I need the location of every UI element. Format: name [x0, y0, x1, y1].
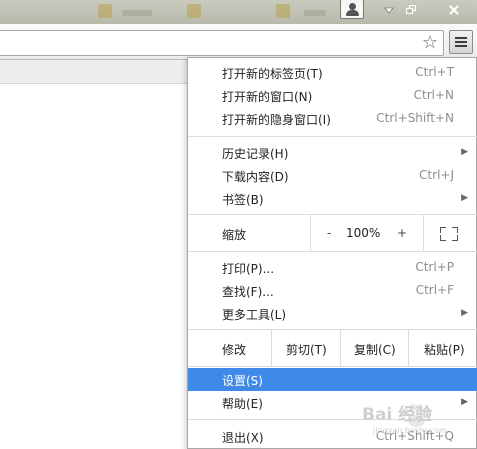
- menu-item-shortcut: Ctrl+N: [413, 88, 454, 102]
- menu-item-new-window[interactable]: 打开新的窗口(N) Ctrl+N: [188, 84, 477, 107]
- restore-icon: [405, 5, 416, 15]
- chevron-right-icon: ▶: [461, 308, 468, 318]
- menu-item-downloads[interactable]: 下载内容(D) Ctrl+J: [188, 164, 477, 187]
- menu-item-label: 打印(P)...: [222, 262, 275, 276]
- menu-item-shortcut: Ctrl+T: [415, 65, 454, 79]
- restore-button[interactable]: [398, 0, 424, 20]
- zoom-label: 缩放: [222, 228, 247, 242]
- watermark-url: jingyan.baidu.com: [373, 426, 447, 435]
- chrome-dropdown-menu: 打开新的标签页(T) Ctrl+T 打开新的窗口(N) Ctrl+N 打开新的隐…: [187, 57, 477, 449]
- menu-item-shortcut: Ctrl+Shift+N: [376, 111, 454, 125]
- menu-divider: [340, 330, 341, 366]
- menu-item-print[interactable]: 打印(P)... Ctrl+P: [188, 256, 477, 279]
- menu-item-label: 历史记录(H): [222, 147, 289, 161]
- zoom-in-button[interactable]: +: [395, 226, 409, 240]
- menu-item-settings[interactable]: 设置(S): [188, 368, 477, 391]
- menu-item-label: 查找(F)...: [222, 285, 274, 299]
- chrome-menu-button[interactable]: [449, 30, 473, 54]
- zoom-row: 缩放 - 100% +: [188, 215, 477, 251]
- background-decoration: [276, 4, 290, 18]
- star-icon: ☆: [421, 32, 439, 53]
- background-decoration: [122, 10, 152, 16]
- menu-item-find[interactable]: 查找(F)... Ctrl+F: [188, 279, 477, 302]
- chevron-right-icon: ▶: [461, 147, 468, 157]
- menu-item-label: 下载内容(D): [222, 170, 289, 184]
- menu-separator: [188, 136, 477, 137]
- edit-label: 修改: [222, 343, 247, 357]
- background-decoration: [304, 10, 326, 16]
- paste-button[interactable]: 粘贴(P): [424, 341, 465, 358]
- chevron-right-icon: ▶: [461, 193, 468, 203]
- page-content-area: [0, 60, 188, 84]
- menu-item-bookmarks[interactable]: 书签(B) ▶: [188, 187, 477, 210]
- browser-toolbar: ☆: [0, 24, 477, 60]
- background-decoration: [98, 4, 112, 18]
- close-button[interactable]: [431, 0, 477, 20]
- menu-item-new-tab[interactable]: 打开新的标签页(T) Ctrl+T: [188, 61, 477, 84]
- background-decoration: [187, 4, 201, 18]
- menu-item-label: 退出(X): [222, 431, 264, 445]
- menu-divider: [271, 330, 272, 366]
- copy-button[interactable]: 复制(C): [354, 341, 396, 358]
- menu-separator: [188, 251, 477, 252]
- menu-item-label: 打开新的窗口(N): [222, 90, 313, 104]
- watermark-text: Bai 经验: [362, 405, 433, 425]
- profile-button[interactable]: [340, 0, 364, 19]
- zoom-level: 100%: [346, 226, 381, 240]
- menu-item-more-tools[interactable]: 更多工具(L) ▶: [188, 302, 477, 325]
- menu-item-label: 书签(B): [222, 193, 264, 207]
- menu-item-history[interactable]: 历史记录(H) ▶: [188, 141, 477, 164]
- address-bar[interactable]: ☆: [0, 30, 444, 56]
- menu-separator: [188, 366, 477, 367]
- menu-item-label: 设置(S): [222, 374, 263, 388]
- minimize-icon: [384, 7, 394, 14]
- menu-item-label: 打开新的标签页(T): [222, 67, 323, 81]
- zoom-out-button[interactable]: -: [322, 226, 336, 240]
- menu-item-shortcut: Ctrl+J: [419, 168, 454, 182]
- menu-divider: [423, 215, 424, 251]
- menu-item-shortcut: Ctrl+P: [415, 260, 454, 274]
- menu-item-label: 帮助(E): [222, 397, 263, 411]
- bookmark-star-button[interactable]: ☆: [420, 33, 440, 53]
- window-title-bar: [0, 0, 477, 24]
- edit-row: 修改 剪切(T) 复制(C) 粘贴(P): [188, 330, 477, 366]
- menu-item-new-incognito-window[interactable]: 打开新的隐身窗口(I) Ctrl+Shift+N: [188, 107, 477, 130]
- close-icon: [449, 5, 459, 15]
- menu-item-shortcut: Ctrl+F: [415, 283, 454, 297]
- menu-divider: [310, 215, 311, 251]
- fullscreen-button[interactable]: [434, 221, 464, 245]
- cut-button[interactable]: 剪切(T): [286, 341, 327, 358]
- menu-item-label: 更多工具(L): [222, 308, 287, 322]
- menu-divider: [408, 330, 409, 366]
- menu-item-label: 打开新的隐身窗口(I): [222, 113, 331, 127]
